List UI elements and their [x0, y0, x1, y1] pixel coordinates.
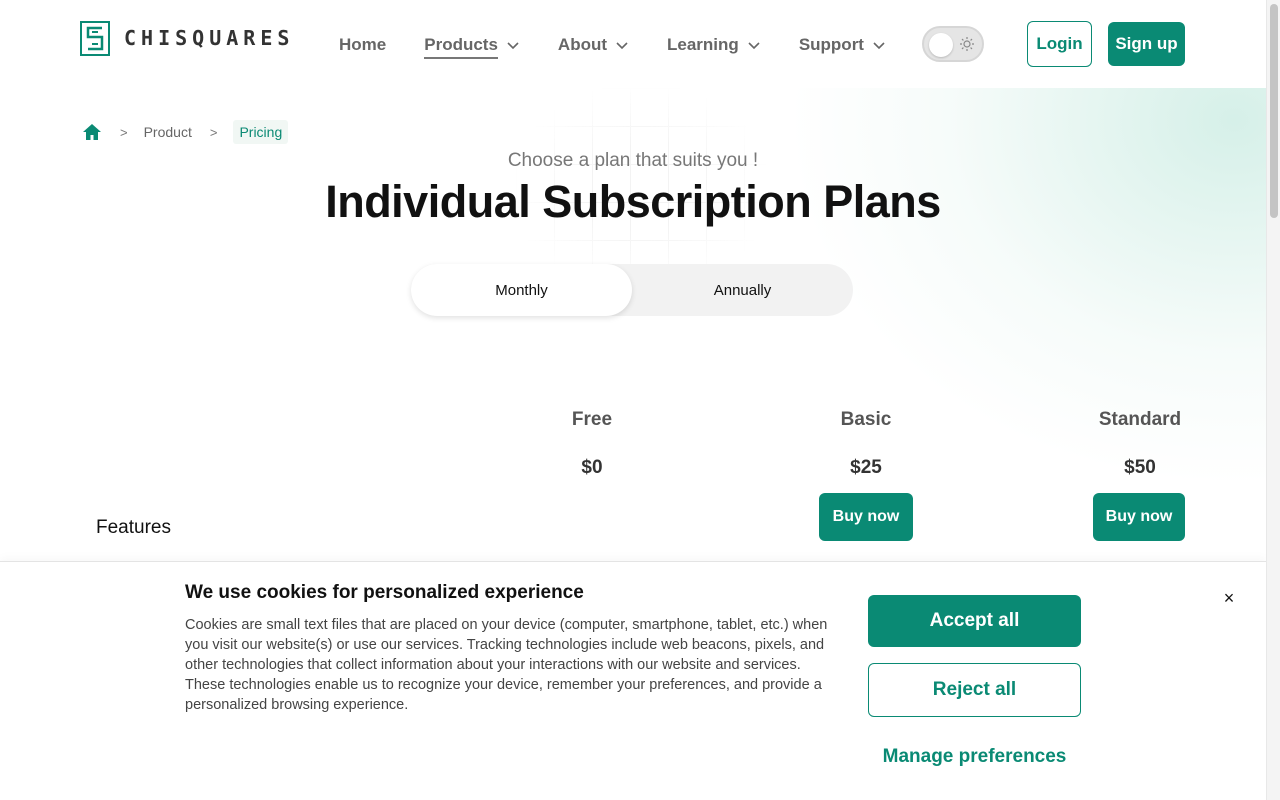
- brand-name: CHISQUARES: [124, 26, 295, 50]
- plan-basic-name: Basic: [840, 409, 892, 430]
- period-annually[interactable]: Annually: [632, 264, 853, 316]
- breadcrumb-product[interactable]: Product: [144, 124, 192, 140]
- login-button[interactable]: Login: [1027, 21, 1092, 67]
- logo-mark-icon: [80, 20, 110, 56]
- buy-basic-button[interactable]: Buy now: [819, 493, 913, 541]
- chevron-down-icon: [873, 42, 885, 50]
- features-label: Features: [96, 517, 171, 538]
- chevron-right-icon: >: [120, 124, 128, 140]
- chevron-right-icon: >: [209, 124, 218, 140]
- close-icon[interactable]: ×: [1219, 588, 1239, 608]
- scrollbar-thumb[interactable]: [1270, 4, 1278, 218]
- nav-products-label: Products: [424, 31, 498, 59]
- manage-preferences-link[interactable]: Manage preferences: [868, 746, 1081, 768]
- nav-home-label: Home: [339, 35, 387, 54]
- plan-standard-name: Standard: [1098, 409, 1182, 430]
- plan-basic-price: $25: [850, 457, 882, 478]
- page-scrollbar[interactable]: [1266, 0, 1280, 800]
- main-nav: Home Products About Learning Support: [339, 30, 924, 60]
- nav-about-label: About: [557, 35, 608, 54]
- nav-support-label: Support: [798, 35, 864, 54]
- breadcrumb-pricing: Pricing: [233, 120, 289, 144]
- site-header: CHISQUARES Home Products About Learning …: [0, 0, 1266, 88]
- cookie-description: Cookies are small text files that are pl…: [185, 617, 828, 713]
- cookie-banner: We use cookies for personalized experien…: [0, 561, 1266, 800]
- sun-icon: [960, 37, 974, 51]
- nav-support[interactable]: Support: [799, 30, 886, 60]
- nav-about[interactable]: About: [558, 30, 629, 60]
- hero-subtitle: Choose a plan that suits you !: [507, 150, 759, 171]
- signup-button[interactable]: Sign up: [1108, 22, 1185, 66]
- home-icon[interactable]: [82, 122, 102, 142]
- brand-logo[interactable]: CHISQUARES: [80, 20, 294, 56]
- toggle-knob: [929, 33, 953, 57]
- nav-products[interactable]: Products: [424, 30, 520, 60]
- nav-learning-label: Learning: [667, 35, 739, 54]
- chevron-down-icon: [748, 42, 760, 50]
- plan-standard-price: $50: [1124, 457, 1156, 478]
- billing-period-toggle: Monthly Annually: [411, 264, 853, 316]
- chevron-down-icon: [616, 42, 628, 50]
- pricing-hero: > Product > Pricing Choose a plan that s…: [0, 88, 1266, 562]
- buy-standard-button[interactable]: Buy now: [1093, 493, 1185, 541]
- nav-home[interactable]: Home: [339, 30, 386, 60]
- reject-all-button[interactable]: Reject all: [868, 663, 1081, 717]
- chevron-down-icon: [507, 42, 519, 50]
- plan-free-name: Free: [571, 409, 613, 430]
- theme-toggle[interactable]: [922, 26, 984, 62]
- accept-all-button[interactable]: Accept all: [868, 595, 1081, 647]
- cookie-title: We use cookies for personalized experien…: [185, 582, 584, 603]
- page-title: Individual Subscription Plans: [325, 176, 941, 227]
- breadcrumb: > Product > Pricing: [82, 120, 289, 144]
- plan-free-price: $0: [581, 457, 603, 478]
- nav-learning[interactable]: Learning: [667, 30, 761, 60]
- period-monthly[interactable]: Monthly: [411, 264, 632, 316]
